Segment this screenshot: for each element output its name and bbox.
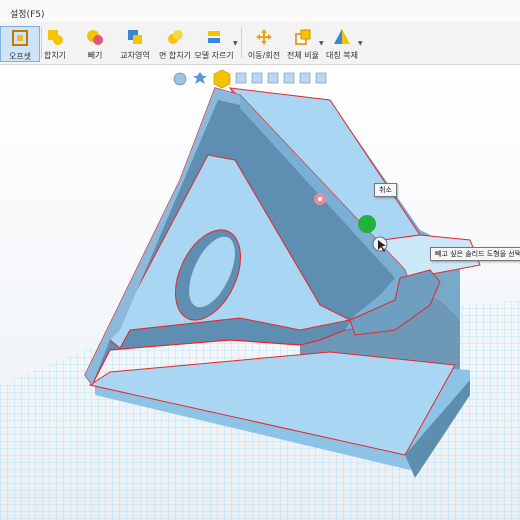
view-back-icon[interactable] bbox=[299, 72, 311, 84]
3d-viewport[interactable]: 취소 빼고 싶은 솔리드 도형을 선택하 bbox=[0, 65, 520, 520]
merge-faces-button[interactable]: 면 합치기 bbox=[155, 26, 195, 62]
mirror-copy-dropdown-icon[interactable]: ▼ bbox=[358, 40, 363, 47]
view-pan-icon[interactable] bbox=[193, 72, 207, 84]
merge-faces-icon bbox=[168, 30, 183, 44]
view-home-cube-icon[interactable] bbox=[213, 69, 231, 89]
view-iso-icon[interactable] bbox=[315, 72, 327, 84]
toolbar: 오프셋 합치기 빼기 교차영역 면 합치기 모델 자르기 ▼ 이동/회전 전체 … bbox=[0, 22, 520, 65]
subtract-button[interactable]: 빼기 bbox=[75, 26, 115, 62]
scale-icon bbox=[295, 29, 311, 45]
hint-tooltip: 빼고 싶은 솔리드 도형을 선택하 bbox=[430, 247, 520, 261]
settings-menu[interactable]: 설정(F5) bbox=[10, 7, 45, 20]
subtract-icon bbox=[87, 30, 103, 45]
confirm-button-icon[interactable] bbox=[358, 215, 376, 233]
view-top-icon[interactable] bbox=[251, 72, 263, 84]
union-icon bbox=[48, 30, 63, 45]
view-side-icon[interactable] bbox=[283, 72, 295, 84]
view-controls[interactable] bbox=[173, 69, 327, 89]
cut-model-icon bbox=[208, 31, 220, 43]
pick-point-center bbox=[318, 197, 322, 201]
cut-model-dropdown-icon[interactable]: ▼ bbox=[233, 40, 238, 47]
menu-bar: 설정(F5) bbox=[0, 0, 520, 22]
offset-button[interactable]: 오프셋 bbox=[0, 26, 40, 62]
move-rotate-button[interactable]: 이동/회전 bbox=[244, 26, 284, 62]
view-rotate-icon[interactable] bbox=[173, 72, 187, 86]
3d-scene[interactable] bbox=[0, 65, 520, 520]
toolbar-separator bbox=[241, 28, 242, 58]
offset-icon bbox=[12, 30, 28, 46]
cut-model-button[interactable]: 모델 자르기 bbox=[194, 26, 234, 62]
view-right-icon[interactable] bbox=[267, 72, 279, 84]
scale-button[interactable]: 전체 비율 bbox=[283, 26, 323, 62]
move-rotate-icon bbox=[256, 29, 272, 45]
union-button[interactable]: 합치기 bbox=[35, 26, 75, 62]
intersect-button[interactable]: 교차영역 bbox=[115, 26, 155, 62]
mirror-copy-button[interactable]: 대칭 복제 bbox=[322, 26, 362, 62]
intersect-icon bbox=[128, 30, 142, 44]
mirror-copy-icon bbox=[334, 29, 350, 44]
view-front-icon[interactable] bbox=[235, 72, 247, 84]
cancel-tooltip[interactable]: 취소 bbox=[374, 183, 397, 197]
